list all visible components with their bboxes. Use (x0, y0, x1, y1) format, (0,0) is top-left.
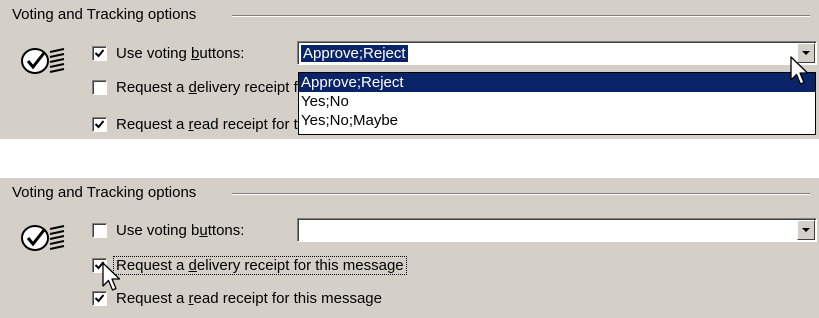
delivery-receipt-option[interactable]: Request a delivery receipt for this mess… (92, 255, 407, 275)
use-voting-buttons-label: Use voting buttons: (116, 44, 245, 62)
mouse-pointer-icon (102, 262, 121, 291)
mouse-pointer-icon (790, 56, 809, 85)
voting-buttons-combo[interactable]: Approve;Reject (297, 41, 817, 65)
check-and-list-icon (21, 225, 65, 251)
check-and-list-icon (21, 48, 65, 74)
voting-options-dropdown-list[interactable]: Approve;Reject Yes;No Yes;No;Maybe (298, 72, 816, 135)
voting-buttons-combo-value: Approve;Reject (301, 45, 408, 62)
read-receipt-checkbox[interactable] (92, 116, 107, 132)
dropdown-option[interactable]: Yes;No (299, 92, 815, 111)
checkmark-icon (94, 48, 105, 57)
delivery-receipt-checkbox[interactable] (92, 79, 107, 95)
group-title: Voting and Tracking options (12, 6, 197, 23)
use-voting-buttons-label: Use voting buttons: (116, 221, 245, 239)
use-voting-buttons-checkbox[interactable] (92, 222, 107, 238)
use-voting-buttons-option[interactable]: Use voting buttons: (92, 220, 244, 240)
read-receipt-label: Request a read receipt for this message (116, 289, 382, 307)
voting-tracking-panel-expanded: Voting and Tracking options Use voting b… (0, 0, 819, 139)
group-title: Voting and Tracking options (12, 184, 197, 201)
group-divider (232, 193, 810, 195)
use-voting-buttons-option[interactable]: Use voting buttons: (92, 43, 244, 63)
checkmark-icon (94, 119, 105, 128)
dropdown-option[interactable]: Approve;Reject (299, 73, 815, 92)
read-receipt-option[interactable]: Request a read receipt for this message (92, 288, 382, 308)
delivery-receipt-label: Request a delivery receipt for this mess… (113, 255, 407, 275)
combo-dropdown-button[interactable] (797, 220, 815, 240)
voting-buttons-combo-value (301, 222, 305, 239)
voting-buttons-combo[interactable] (297, 218, 817, 242)
chevron-down-icon (802, 228, 810, 232)
group-divider (232, 15, 810, 17)
use-voting-buttons-checkbox[interactable] (92, 45, 107, 61)
voting-tracking-panel-collapsed: Voting and Tracking options Use voting b… (0, 178, 819, 318)
dropdown-option[interactable]: Yes;No;Maybe (299, 111, 815, 130)
